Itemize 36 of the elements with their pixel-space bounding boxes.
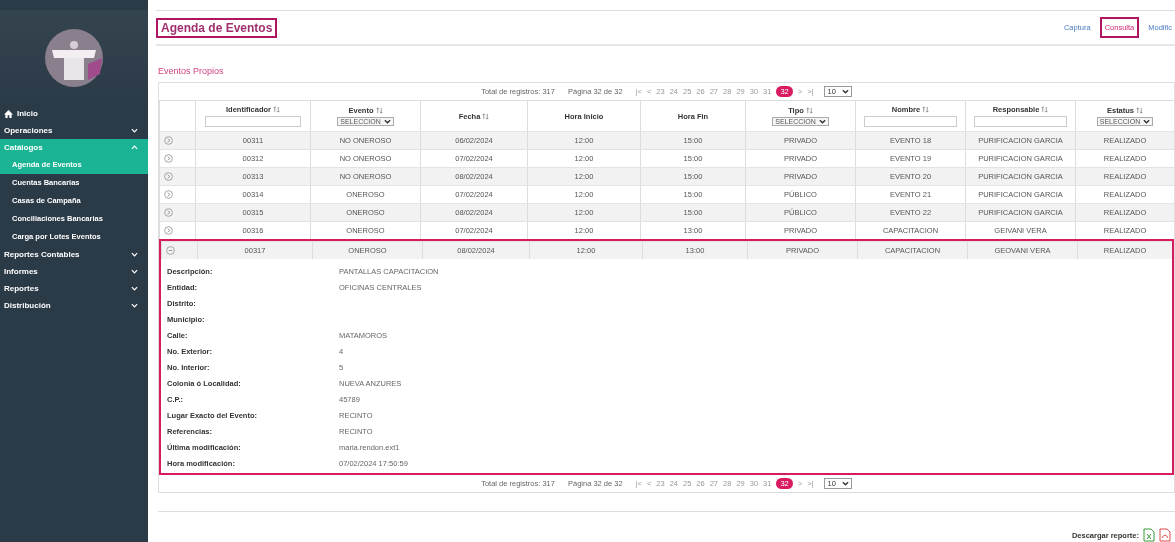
pdf-file-icon[interactable] — [1159, 528, 1171, 542]
expand-icon[interactable] — [164, 172, 173, 181]
sort-icon[interactable] — [805, 107, 813, 114]
chevron-up-icon — [131, 145, 138, 150]
sort-icon[interactable] — [1041, 106, 1049, 113]
nav-item[interactable]: Operaciones — [0, 122, 148, 139]
expand-icon[interactable] — [164, 154, 173, 163]
page-title: Agenda de Eventos — [156, 17, 278, 38]
filter-field[interactable] — [864, 116, 957, 127]
section-title: Eventos Propios — [158, 66, 225, 76]
filter-field[interactable] — [974, 116, 1067, 127]
chevron-down-icon — [131, 269, 138, 274]
expand-icon[interactable] — [164, 190, 173, 199]
nav-item[interactable]: Reportes — [0, 280, 148, 297]
nav-item[interactable]: Informes — [0, 263, 148, 280]
excel-file-icon[interactable] — [1143, 528, 1155, 542]
chevron-down-icon — [131, 252, 138, 257]
sort-icon[interactable] — [922, 106, 930, 113]
chevron-down-icon — [131, 286, 138, 291]
expand-icon[interactable] — [164, 136, 173, 145]
nav-item[interactable]: Distribución — [0, 297, 148, 314]
sort-icon[interactable] — [273, 106, 280, 113]
home-icon — [4, 109, 13, 118]
chevron-down-icon — [131, 303, 138, 308]
sort-icon[interactable] — [375, 107, 383, 114]
collapse-icon[interactable] — [166, 246, 175, 255]
nav-item[interactable]: Reportes Contables — [0, 246, 148, 263]
sort-icon[interactable] — [1136, 107, 1144, 114]
expand-icon[interactable] — [164, 208, 173, 217]
expand-icon[interactable] — [164, 226, 173, 235]
nav-item[interactable]: Inicio — [0, 105, 148, 122]
chevron-down-icon — [131, 128, 138, 133]
podium-logo-icon — [44, 27, 104, 88]
sort-icon[interactable] — [482, 112, 490, 120]
nav-item[interactable]: Catálogos — [0, 139, 148, 156]
filter-field[interactable] — [204, 116, 302, 127]
